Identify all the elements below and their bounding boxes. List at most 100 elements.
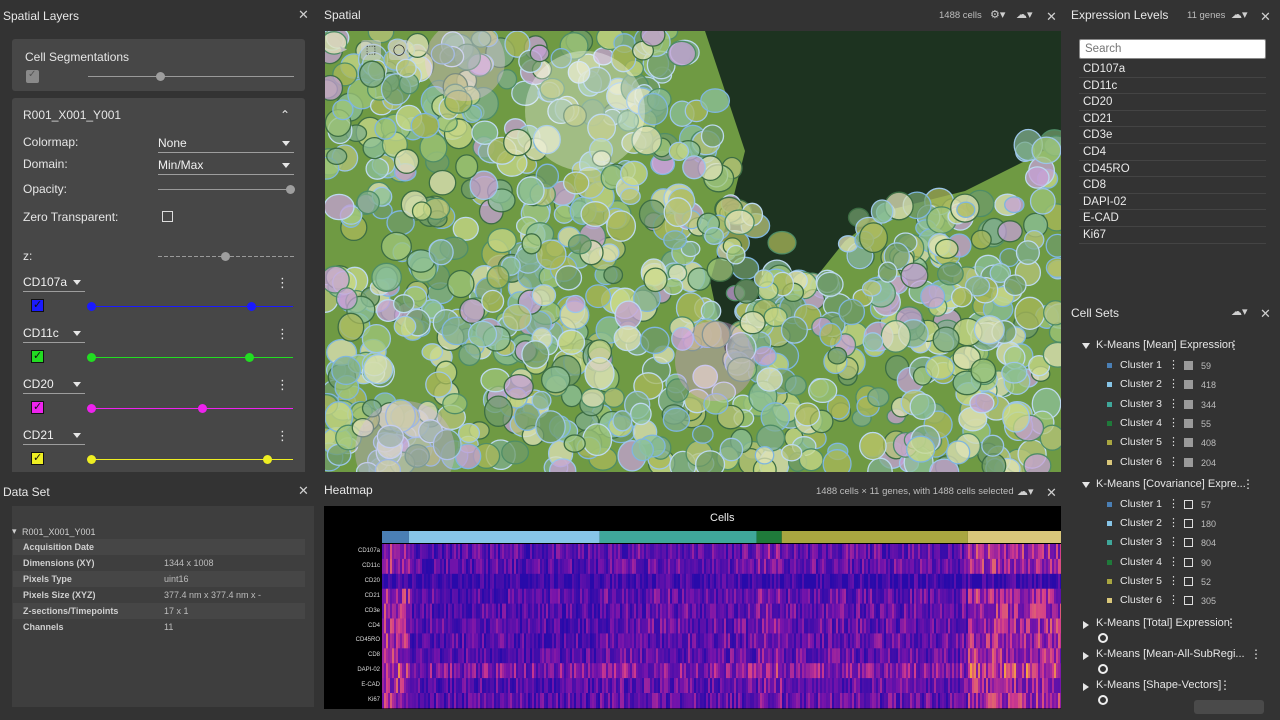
channel-range-slider[interactable] [87, 353, 293, 362]
cluster-options-icon[interactable]: ⋮ [1168, 455, 1179, 468]
cluster-checkbox[interactable] [1184, 438, 1193, 448]
cluster-options-icon[interactable]: ⋮ [1168, 435, 1179, 448]
cluster-checkbox[interactable] [1184, 538, 1193, 548]
cloud-download-icon[interactable]: ☁▾ [1016, 8, 1033, 21]
cluster-row[interactable]: Cluster 1 ⋮ 59 [1107, 358, 1267, 374]
gene-list-item[interactable]: CD45RO [1079, 161, 1266, 178]
channel-options-icon[interactable]: ⋮ [276, 429, 289, 442]
heatmap-view[interactable]: Cells CD107a CD11c CD20 CD21 CD3e CD4 CD45RO CD… [324, 506, 1061, 709]
radio-ring-icon[interactable] [1098, 632, 1108, 643]
lasso-icon[interactable]: ◯ [389, 40, 409, 60]
cluster-row[interactable]: Cluster 1 ⋮ 57 [1107, 497, 1267, 513]
channel-visible-checkbox[interactable] [31, 400, 44, 414]
spatial-view[interactable]: ➤ ⬚ ◯ [325, 31, 1061, 472]
slider-knob[interactable] [286, 185, 295, 194]
cluster-row[interactable]: Cluster 5 ⋮ 52 [1107, 574, 1267, 590]
cluster-checkbox[interactable] [1184, 457, 1193, 467]
cluster-row[interactable]: Cluster 6 ⋮ 204 [1107, 455, 1267, 471]
channel-range-slider[interactable] [87, 455, 293, 464]
cluster-row[interactable]: Cluster 4 ⋮ 90 [1107, 555, 1267, 571]
gene-list-item[interactable]: CD20 [1079, 94, 1266, 111]
expand-right-icon[interactable] [1083, 682, 1089, 691]
channel-options-icon[interactable]: ⋮ [276, 276, 289, 289]
gear-icon[interactable]: ⚙▾ [990, 8, 1005, 21]
cluster-checkbox[interactable] [1184, 399, 1193, 409]
cluster-options-icon[interactable]: ⋮ [1168, 516, 1179, 529]
cluster-options-icon[interactable]: ⋮ [1168, 358, 1179, 371]
cluster-row[interactable]: Cluster 6 ⋮ 305 [1107, 593, 1267, 609]
close-icon[interactable]: ✕ [1046, 9, 1057, 25]
radio-ring-icon[interactable] [1098, 663, 1108, 674]
channel-range-slider[interactable] [87, 302, 293, 311]
cloud-download-icon[interactable]: ☁▾ [1017, 485, 1034, 498]
cluster-checkbox[interactable] [1184, 418, 1193, 428]
close-icon[interactable]: ✕ [1260, 306, 1271, 322]
colormap-select[interactable]: None [158, 136, 294, 153]
cluster-row[interactable]: Cluster 2 ⋮ 180 [1107, 516, 1267, 532]
cluster-checkbox[interactable] [1184, 557, 1193, 567]
cell-set-group-name[interactable]: K-Means [Total] Expression [1096, 617, 1230, 629]
close-icon[interactable]: ✕ [298, 7, 309, 23]
channel-select[interactable]: CD11c [23, 326, 85, 343]
cluster-checkbox[interactable] [1184, 380, 1193, 390]
gene-search-input[interactable] [1079, 39, 1266, 59]
close-icon[interactable]: ✕ [1046, 485, 1057, 501]
cluster-options-icon[interactable]: ⋮ [1168, 497, 1179, 510]
channel-select[interactable]: CD107a [23, 275, 85, 292]
expand-down-icon[interactable] [1082, 343, 1090, 349]
pan-tool-icon[interactable]: ➤ [333, 40, 353, 60]
radio-ring-icon[interactable] [1098, 694, 1108, 705]
channel-select[interactable]: CD21 [23, 428, 85, 445]
channel-options-icon[interactable]: ⋮ [276, 327, 289, 340]
z-slider[interactable] [158, 252, 294, 261]
cell-segmentations-opacity-slider[interactable] [88, 72, 294, 81]
cluster-row[interactable]: Cluster 3 ⋮ 804 [1107, 535, 1267, 551]
cluster-row[interactable]: Cluster 5 ⋮ 408 [1107, 435, 1267, 451]
cell-set-options-icon[interactable]: ⋮ [1228, 338, 1240, 352]
gene-list-item[interactable]: CD107a [1079, 61, 1266, 78]
zero-transparent-checkbox[interactable] [162, 211, 173, 222]
slider-knob[interactable] [87, 302, 96, 311]
gene-list-item[interactable]: E-CAD [1079, 210, 1266, 227]
gene-list-item[interactable]: CD3e [1079, 127, 1266, 144]
gene-list-item[interactable]: CD11c [1079, 78, 1266, 95]
cluster-options-icon[interactable]: ⋮ [1168, 397, 1179, 410]
cluster-row[interactable]: Cluster 2 ⋮ 418 [1107, 377, 1267, 393]
cluster-options-icon[interactable]: ⋮ [1168, 535, 1179, 548]
cluster-options-icon[interactable]: ⋮ [1168, 593, 1179, 606]
cluster-row[interactable]: Cluster 4 ⋮ 55 [1107, 416, 1267, 432]
cluster-checkbox[interactable] [1184, 596, 1193, 606]
cell-set-options-icon[interactable]: ⋮ [1242, 477, 1254, 491]
gene-list-item[interactable]: Ki67 [1079, 227, 1266, 244]
slider-knob[interactable] [262, 455, 272, 464]
slider-knob[interactable] [87, 404, 96, 413]
cloud-download-icon[interactable]: ☁▾ [1231, 8, 1248, 21]
cluster-checkbox[interactable] [1184, 519, 1193, 529]
chevron-up-icon[interactable]: ⌃ [280, 108, 290, 122]
cluster-checkbox[interactable] [1184, 499, 1193, 509]
cloud-download-icon[interactable]: ☁▾ [1231, 305, 1248, 318]
slider-knob[interactable] [87, 353, 96, 362]
domain-select[interactable]: Min/Max [158, 158, 294, 175]
slider-knob[interactable] [246, 302, 256, 311]
cluster-options-icon[interactable]: ⋮ [1168, 574, 1179, 587]
cluster-options-icon[interactable]: ⋮ [1168, 555, 1179, 568]
cell-set-group-name[interactable]: K-Means [Covariance] Expre... [1096, 478, 1246, 490]
close-icon[interactable]: ✕ [1260, 9, 1271, 25]
channel-options-icon[interactable]: ⋮ [276, 378, 289, 391]
gene-list-item[interactable]: DAPI-02 [1079, 194, 1266, 211]
slider-knob[interactable] [244, 353, 254, 362]
channel-visible-checkbox[interactable] [31, 349, 44, 363]
expand-right-icon[interactable] [1083, 620, 1089, 629]
expand-down-icon[interactable] [1082, 481, 1090, 488]
expand-right-icon[interactable] [1083, 651, 1089, 660]
cluster-options-icon[interactable]: ⋮ [1168, 377, 1179, 390]
cluster-checkbox[interactable] [1184, 361, 1193, 370]
cluster-options-icon[interactable]: ⋮ [1168, 416, 1179, 429]
gene-list-item[interactable]: CD8 [1079, 177, 1266, 194]
gene-list-item[interactable]: CD4 [1079, 144, 1266, 161]
cell-set-group-name[interactable]: K-Means [Shape-Vectors] [1096, 679, 1221, 691]
opacity-slider[interactable] [158, 185, 295, 194]
channel-visible-checkbox[interactable] [31, 298, 44, 312]
close-icon[interactable]: ✕ [298, 483, 309, 499]
